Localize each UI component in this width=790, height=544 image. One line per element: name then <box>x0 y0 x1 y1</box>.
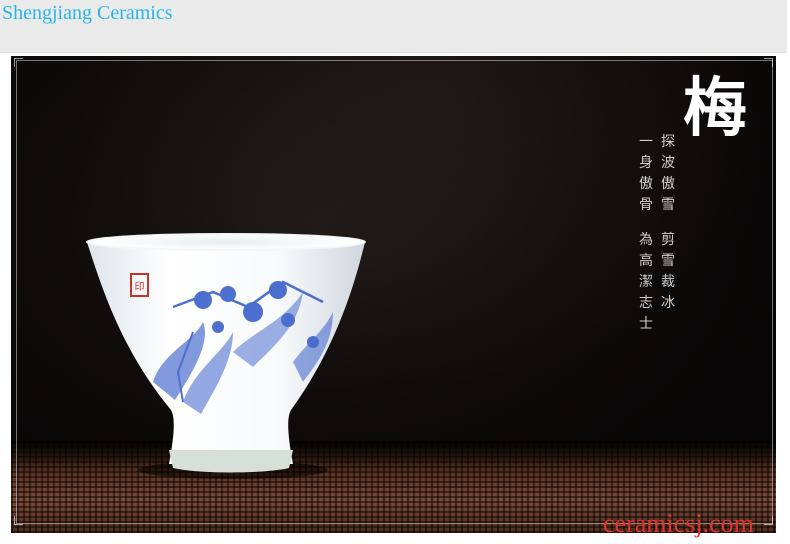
cup-rim <box>86 233 366 251</box>
poem-column: 一 身 傲 骨 <box>639 134 653 213</box>
poem-column: 為 高 潔 志 士 <box>639 232 653 332</box>
cup-foot <box>169 450 293 473</box>
brand-title[interactable]: Shengjiang Ceramics <box>2 1 173 25</box>
frame-corner <box>764 58 773 67</box>
site-watermark: ceramicsj.com <box>603 509 754 538</box>
poem-column: 剪 雪 裁 冰 <box>661 232 675 311</box>
plum-title-character: 梅 <box>683 71 747 146</box>
frame-corner <box>14 58 23 67</box>
poem-column: 探 波 傲 雪 <box>661 134 675 213</box>
tea-cup: 印 <box>86 233 366 479</box>
seal-text: 印 <box>135 281 145 293</box>
frame-corner <box>14 516 23 525</box>
product-photo: 梅 探 波 傲 雪 一 身 傲 骨 剪 雪 裁 冰 為 高 潔 志 士 印 <box>11 56 776 533</box>
frame-corner <box>764 516 773 525</box>
site-header: Shengjiang Ceramics <box>0 0 787 53</box>
